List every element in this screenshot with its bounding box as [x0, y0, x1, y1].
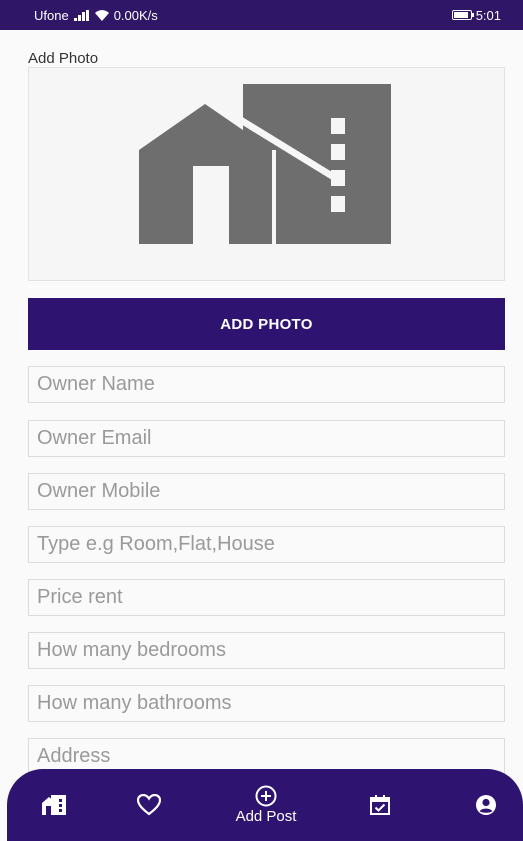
heart-icon [137, 794, 161, 816]
nav-item-add-post[interactable]: Add Post [211, 769, 321, 841]
add-circle-icon [255, 785, 277, 807]
bottom-navigation: Add Post [7, 769, 523, 841]
nav-add-post-label: Add Post [235, 808, 297, 825]
wifi-icon [94, 9, 109, 21]
status-time: 5:01 [475, 7, 501, 23]
account-icon [476, 795, 496, 815]
bathrooms-input[interactable] [28, 685, 505, 722]
status-left: Ufone 0.00K/s [34, 8, 158, 23]
nav-item-profile[interactable] [463, 769, 509, 841]
owner-mobile-input[interactable] [28, 473, 505, 510]
type-input[interactable] [28, 526, 505, 563]
nav-item-favorites[interactable] [126, 769, 172, 841]
nav-item-home[interactable] [31, 769, 77, 841]
house-icon [138, 84, 391, 244]
add-photo-label: Add Photo [28, 50, 99, 67]
status-right: 5:01 [451, 7, 501, 23]
home-icon [42, 795, 66, 815]
photo-preview[interactable] [28, 67, 505, 281]
add-photo-button[interactable]: ADD PHOTO [28, 298, 505, 350]
carrier-label: Ufone [34, 7, 69, 23]
network-speed: 0.00K/s [113, 7, 158, 23]
owner-email-input[interactable] [28, 420, 505, 457]
bedrooms-input[interactable] [28, 632, 505, 669]
owner-name-input[interactable] [28, 366, 505, 403]
battery-icon [451, 10, 474, 20]
status-bar: Ufone 0.00K/s 5:01 [0, 0, 523, 30]
price-rent-input[interactable] [28, 579, 505, 616]
signal-icon [73, 9, 89, 21]
calendar-check-icon [370, 795, 390, 815]
nav-item-bookings[interactable] [357, 769, 403, 841]
